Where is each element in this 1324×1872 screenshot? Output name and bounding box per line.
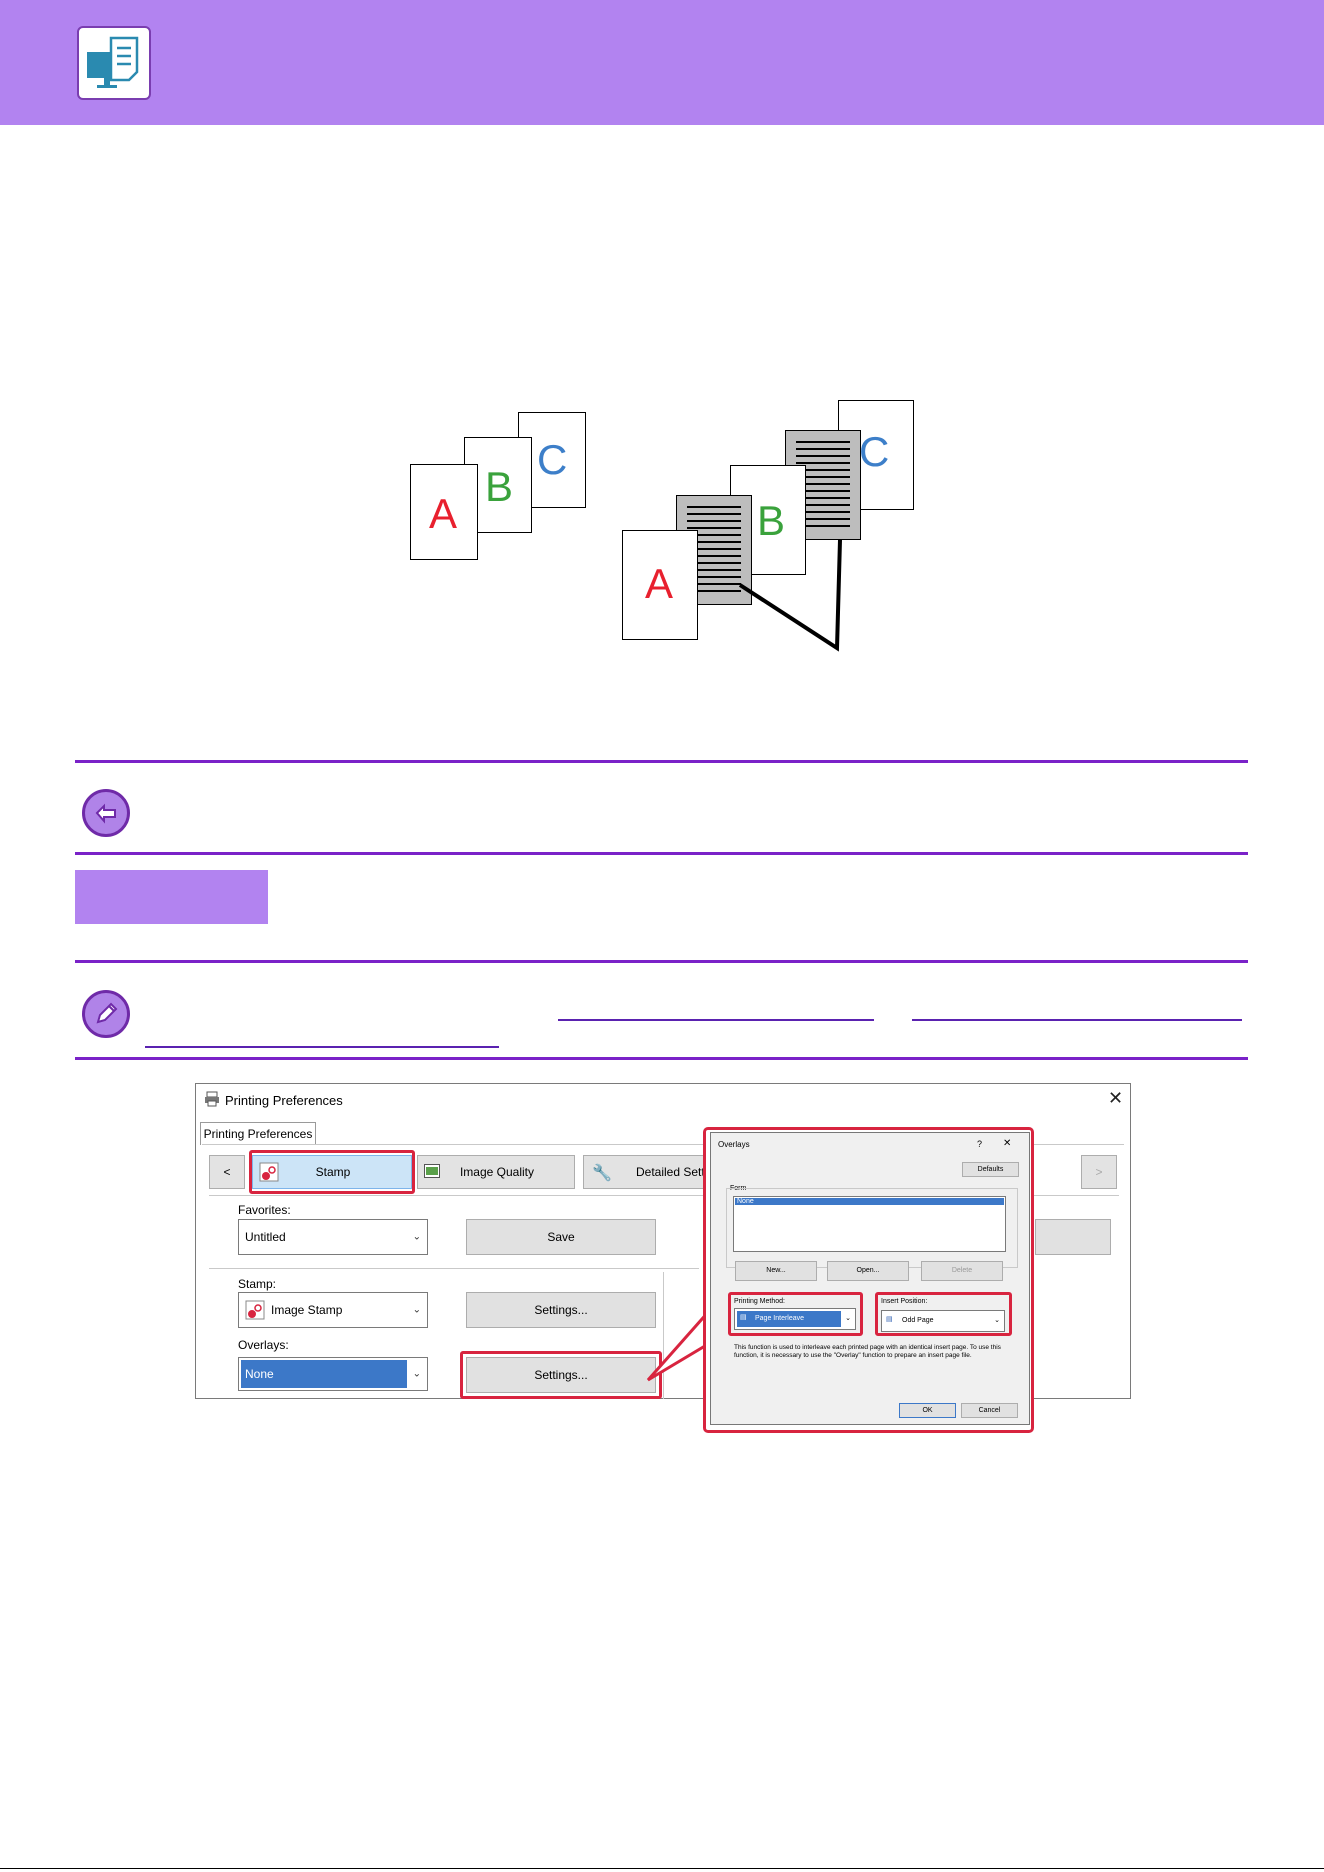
stamp-icon <box>245 1300 265 1323</box>
printing-method-highlight <box>728 1292 863 1336</box>
form-list[interactable]: None <box>733 1196 1006 1252</box>
overlays-value: None <box>245 1367 274 1381</box>
return-note-icon <box>82 789 130 837</box>
section-tab <box>75 870 268 924</box>
letter-a: A <box>429 490 458 537</box>
open-button[interactable]: Open... <box>827 1261 909 1281</box>
overlays-description: This function is used to interleave each… <box>734 1344 1001 1359</box>
printer-icon <box>204 1091 220 1112</box>
divider <box>75 760 1248 763</box>
letter-b: B <box>485 463 514 510</box>
page-a-interleaved: A <box>622 530 698 640</box>
favorites-label: Favorites: <box>238 1203 291 1217</box>
insert-position-highlight <box>875 1292 1012 1336</box>
tab-printing-preferences[interactable]: Printing Preferences <box>200 1122 316 1145</box>
image-quality-tab-label: Image Quality <box>459 1165 535 1179</box>
detailed-settings-tab-button[interactable]: 🔧 Detailed Sett <box>583 1155 708 1189</box>
stamp-label: Stamp: <box>238 1277 277 1291</box>
divider <box>75 960 1248 963</box>
reference-link[interactable] <box>558 1019 874 1021</box>
letter-c-2: C <box>859 428 890 475</box>
new-button[interactable]: New... <box>735 1261 817 1281</box>
chevron-down-icon: ⌄ <box>412 1231 421 1243</box>
reference-link[interactable] <box>145 1046 499 1048</box>
close-icon[interactable]: ✕ <box>1108 1088 1123 1109</box>
form-list-item[interactable]: None <box>735 1198 1004 1205</box>
favorites-value: Untitled <box>245 1230 286 1244</box>
close-icon[interactable]: ✕ <box>1003 1138 1011 1149</box>
favorites-select[interactable]: Untitled ⌄ <box>238 1219 428 1255</box>
divider <box>75 852 1248 855</box>
overlays-select[interactable]: None ⌄ <box>238 1357 428 1391</box>
defaults-button[interactable]: Defaults <box>962 1162 1019 1177</box>
bracket-line <box>738 539 842 652</box>
stamp-highlight <box>249 1150 415 1194</box>
detailed-settings-tab-label: Detailed Sett <box>636 1165 705 1179</box>
reference-link[interactable] <box>912 1019 1242 1021</box>
chevron-down-icon: ⌄ <box>412 1304 421 1316</box>
delete-button[interactable]: Delete <box>921 1261 1003 1281</box>
image-quality-tab-button[interactable]: Image Quality <box>417 1155 575 1189</box>
window-title: Printing Preferences <box>225 1093 343 1108</box>
next-button[interactable]: > <box>1081 1155 1117 1189</box>
prev-button[interactable]: < <box>209 1155 245 1189</box>
header-band <box>0 0 1324 125</box>
footer-rule <box>0 1868 1324 1869</box>
divider <box>75 1057 1248 1060</box>
overlays-title: Overlays <box>718 1140 750 1149</box>
letter-a-2: A <box>645 560 674 607</box>
pencil-note-icon <box>82 990 130 1038</box>
chevron-down-icon: ⌄ <box>412 1368 421 1380</box>
help-icon[interactable]: ? <box>977 1139 982 1149</box>
page-a: A <box>410 464 478 560</box>
printer-computer-icon <box>77 26 151 100</box>
stamp-value: Image Stamp <box>271 1303 343 1317</box>
cancel-button[interactable]: Cancel <box>961 1403 1018 1418</box>
ok-button[interactable]: OK <box>899 1403 956 1418</box>
overlays-label: Overlays: <box>238 1338 289 1352</box>
letter-c: C <box>537 436 568 483</box>
stamp-select[interactable]: Image Stamp ⌄ <box>238 1292 428 1328</box>
hidden-button[interactable] <box>1035 1219 1111 1255</box>
wrench-icon: 🔧 <box>592 1165 612 1182</box>
